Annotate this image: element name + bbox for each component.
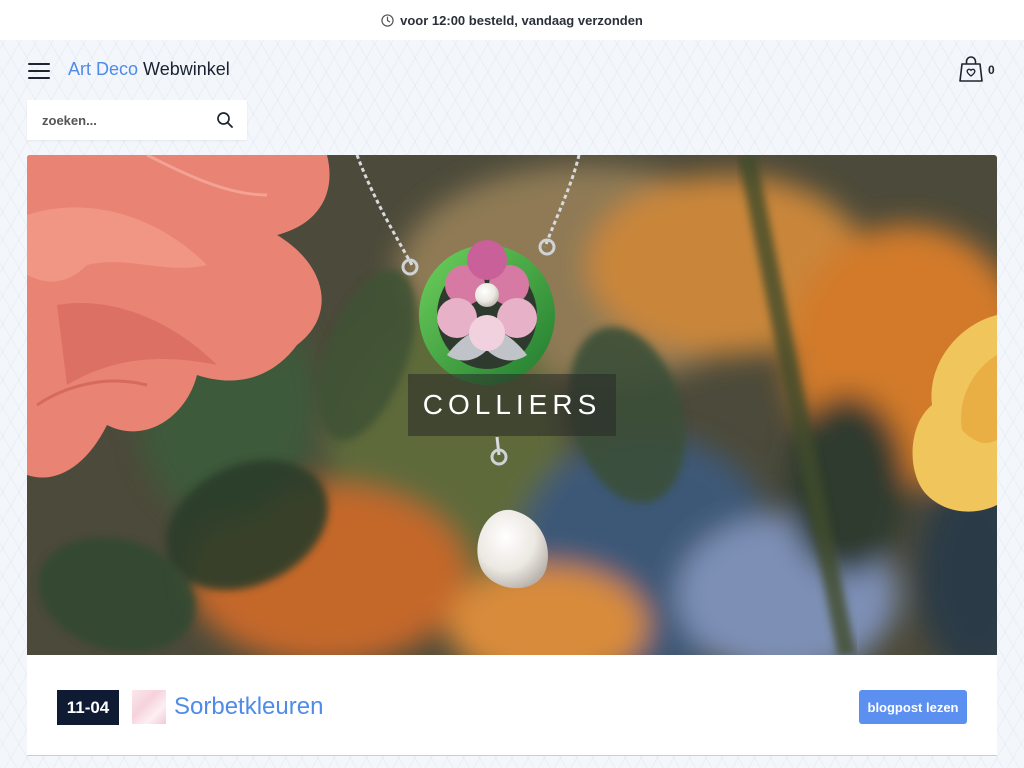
shopping-bag-heart-icon: [959, 56, 983, 82]
logo-text-webwinkel: Webwinkel: [143, 59, 230, 79]
site-logo[interactable]: Art Deco Webwinkel: [68, 59, 230, 80]
blog-thumbnail[interactable]: [132, 690, 166, 724]
cart-button[interactable]: 0: [958, 55, 998, 87]
read-blogpost-button[interactable]: blogpost lezen: [859, 690, 967, 724]
hamburger-menu-icon[interactable]: [28, 62, 51, 79]
blog-title-link[interactable]: Sorbetkleuren: [174, 693, 323, 721]
site-header: Art Deco Webwinkel 0: [0, 40, 1024, 100]
search-button[interactable]: [213, 108, 237, 132]
search-icon: [217, 112, 233, 128]
hero-label: COLLIERS: [408, 374, 616, 436]
clock-icon: [381, 13, 394, 27]
blog-teaser: 11-04 Sorbetkleuren blogpost lezen: [27, 655, 997, 756]
search-box: [27, 100, 247, 140]
hero-banner-colliers[interactable]: COLLIERS: [27, 155, 997, 655]
shipping-notice-text: voor 12:00 besteld, vandaag verzonden: [400, 12, 643, 28]
shipping-notice-bar: voor 12:00 besteld, vandaag verzonden: [0, 0, 1024, 40]
search-input[interactable]: [27, 100, 207, 140]
logo-text-art-deco: Art Deco: [68, 59, 139, 79]
blog-date-badge: 11-04: [57, 690, 119, 725]
cart-count: 0: [988, 63, 995, 77]
